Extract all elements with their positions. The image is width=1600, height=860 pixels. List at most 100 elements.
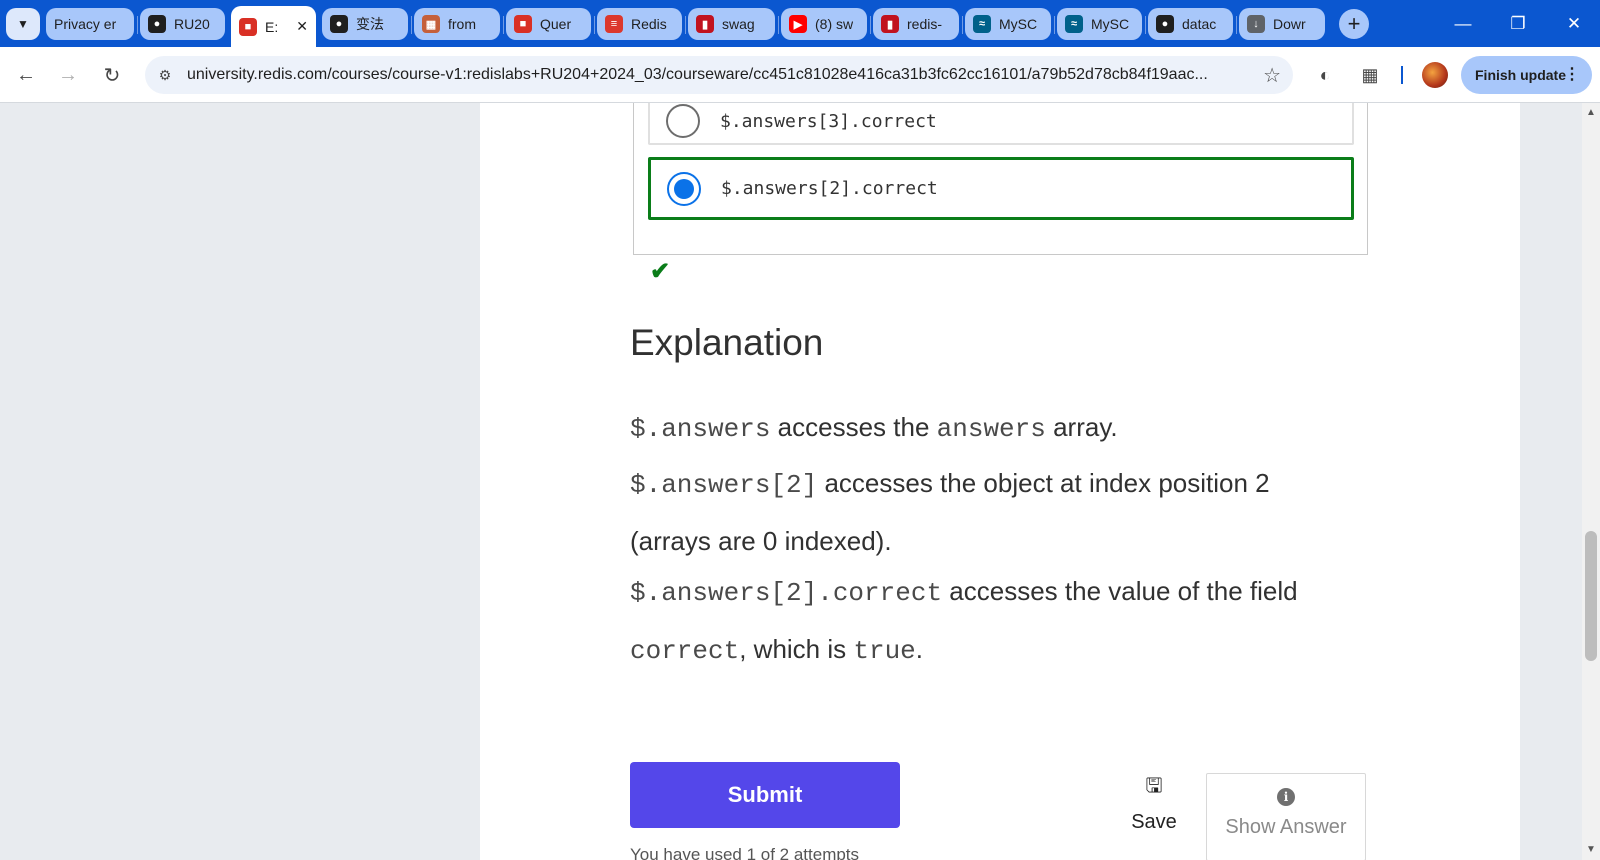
choice-option[interactable]: $.answers[3].correct [648, 103, 1354, 145]
tab-strip: ▼ Privacy er ● RU20 ■ E: ✕ ● 变法 ▦ from ■ Quer ≡ Redis… [0, 0, 1600, 47]
tab[interactable]: ≈ MySC [965, 8, 1051, 40]
tab[interactable]: Privacy er [46, 8, 134, 40]
choice-label: $.answers[2].correct [721, 178, 938, 199]
stack-icon: ▮ [881, 15, 899, 33]
explanation-text: . [915, 634, 924, 664]
tab-separator [685, 16, 686, 34]
tab-separator [594, 16, 595, 34]
tab-title: Quer [540, 16, 572, 32]
explanation-text: accesses the value of the field [942, 576, 1298, 606]
problem-choices: $.answers[3].correct $.answers[2].correc… [633, 103, 1368, 255]
tab-title: swag [722, 16, 755, 32]
tab[interactable]: ● 变法 [322, 8, 408, 40]
arrow-right-icon: → [58, 63, 78, 86]
browser-toolbar: ← → ↻ ⚙ university.redis.com/courses/cou… [0, 47, 1600, 103]
profile-avatar[interactable] [1422, 62, 1448, 88]
tab-title: Dowr [1273, 16, 1306, 32]
choice-option-selected[interactable]: $.answers[2].correct [648, 157, 1354, 220]
forward-button[interactable]: → [52, 59, 84, 91]
save-button[interactable]: 🖫 Save [1126, 771, 1182, 833]
address-bar[interactable]: ⚙ university.redis.com/courses/course-v1… [145, 56, 1293, 94]
radio-button[interactable] [666, 104, 700, 138]
explanation-line: $.answers[2] accesses the object at inde… [630, 455, 1350, 569]
redis-cube-icon: ■ [239, 17, 257, 36]
submit-label: Submit [727, 782, 803, 807]
tab-separator [1054, 16, 1055, 34]
youtube-icon: ▶ [789, 15, 807, 33]
tab-title: MySC [1091, 16, 1130, 32]
code-snippet: $.answers[2].correct [630, 578, 943, 608]
code-snippet: $.answers [630, 414, 771, 444]
minimize-button[interactable]: — [1449, 10, 1477, 38]
explanation-line: $.answers accesses the answers array. [630, 399, 1350, 457]
tab-title: RU20 [174, 16, 210, 32]
radio-button-selected[interactable] [667, 171, 701, 206]
correct-check-icon: ✔ [650, 258, 671, 285]
code-snippet: answers [936, 414, 1046, 444]
site-settings-icon[interactable]: ⚙ [155, 65, 175, 85]
tab-separator [411, 16, 412, 34]
tab-title: (8) sw [815, 16, 854, 32]
finish-update-button[interactable]: Finish update ⋮ [1461, 56, 1592, 94]
toolbar-divider [1401, 66, 1403, 84]
page-viewport: $.answers[3].correct $.answers[2].correc… [0, 103, 1582, 860]
tab[interactable]: ↓ Dowr [1239, 8, 1325, 40]
chevron-down-icon: ▼ [17, 17, 29, 31]
explanation-text: , which is [739, 634, 854, 664]
extensions-puzzle-icon[interactable]: ▦ [1356, 61, 1384, 89]
choice-label: $.answers[3].correct [720, 110, 937, 132]
restore-icon: ❐ [1510, 14, 1526, 33]
scroll-down-arrow-icon[interactable]: ▼ [1582, 842, 1600, 858]
plus-icon: + [1347, 11, 1361, 36]
show-answer-button[interactable]: i Show Answer [1206, 773, 1366, 860]
tab[interactable]: ■ Quer [506, 8, 591, 40]
course-content: $.answers[3].correct $.answers[2].correc… [480, 103, 1520, 860]
tab[interactable]: ▮ swag [688, 8, 775, 40]
kebab-menu-icon: ⋮ [1564, 66, 1580, 83]
reading-mode-icon[interactable]: ◐ [1311, 61, 1339, 89]
github-icon: ● [1156, 15, 1174, 33]
save-floppy-icon: 🖫 [1145, 775, 1163, 797]
scrollbar-thumb[interactable] [1585, 531, 1597, 661]
tab-separator [1236, 16, 1237, 34]
tab-separator [962, 16, 963, 34]
back-button[interactable]: ← [10, 59, 42, 91]
code-snippet: $.answers[2] [630, 470, 818, 500]
github-icon: ● [148, 15, 166, 33]
redis-logo-icon: ≡ [605, 15, 623, 33]
mysql-icon: ≈ [1065, 15, 1083, 33]
restore-button[interactable]: ❐ [1504, 10, 1532, 38]
tab[interactable]: ● datac [1148, 8, 1233, 40]
tab[interactable]: ▶ (8) sw [781, 8, 867, 40]
tab-separator [503, 16, 504, 34]
save-label: Save [1131, 811, 1177, 833]
tab-title: redis- [907, 16, 943, 32]
info-icon: i [1277, 788, 1295, 806]
scroll-up-arrow-icon[interactable]: ▲ [1582, 105, 1600, 121]
page-scrollbar[interactable]: ▲ ▼ [1582, 103, 1600, 860]
tab[interactable]: ≡ Redis [597, 8, 682, 40]
cube-grid-icon: ▦ [422, 15, 440, 33]
reload-button[interactable]: ↻ [96, 59, 128, 91]
minimize-icon: — [1454, 14, 1472, 33]
new-tab-button[interactable]: + [1339, 9, 1369, 39]
finish-update-label: Finish update [1475, 67, 1566, 83]
tab-close-icon[interactable]: ✕ [290, 18, 308, 35]
explanation-text: accesses the [770, 412, 937, 442]
tab-search-button[interactable]: ▼ [6, 8, 40, 40]
tab-active[interactable]: ■ E: ✕ [231, 6, 316, 47]
tab-title: Privacy er [54, 16, 117, 32]
bookmark-star-icon[interactable]: ☆ [1263, 63, 1281, 88]
attempts-text: You have used 1 of 2 attempts [630, 845, 860, 860]
redis-cube-icon: ■ [514, 15, 532, 33]
submit-button[interactable]: Submit [630, 762, 900, 828]
tab[interactable]: ▮ redis- [873, 8, 959, 40]
tab[interactable]: ≈ MySC [1057, 8, 1142, 40]
tab[interactable]: ● RU20 [140, 8, 225, 40]
explanation-line: $.answers[2].correct accesses the value … [630, 563, 1350, 679]
code-snippet: true [853, 636, 916, 666]
tab[interactable]: ▦ from [414, 8, 500, 40]
close-window-button[interactable]: ✕ [1560, 10, 1588, 38]
url-text[interactable]: university.redis.com/courses/course-v1:r… [187, 66, 1247, 84]
arrow-left-icon: ← [16, 63, 36, 86]
